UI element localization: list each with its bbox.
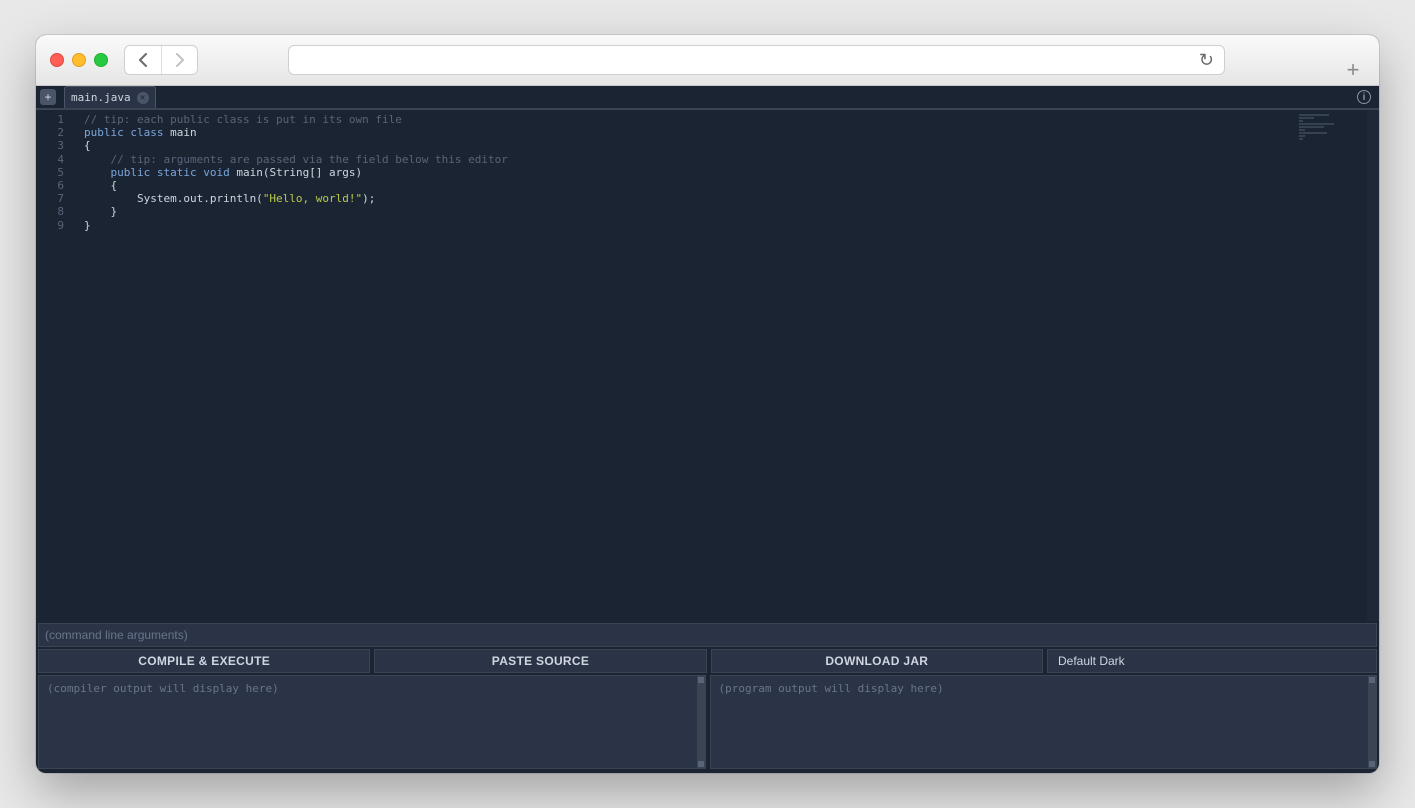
editor-scrollbar[interactable]: [1367, 110, 1379, 621]
line-number: 2: [36, 126, 70, 139]
new-browser-tab-button[interactable]: +: [1339, 56, 1367, 84]
line-number: 8: [36, 205, 70, 218]
action-button-row: COMPILE & EXECUTE PASTE SOURCE DOWNLOAD …: [36, 649, 1379, 675]
code-editor[interactable]: 123456789 // tip: each public class is p…: [36, 110, 1379, 621]
line-number: 6: [36, 179, 70, 192]
app-tab-bar: + main.java ✕ i: [36, 86, 1379, 110]
nav-buttons: [124, 45, 198, 75]
compile-execute-button[interactable]: COMPILE & EXECUTE: [38, 649, 370, 673]
code-line[interactable]: }: [84, 219, 1379, 232]
code-line[interactable]: }: [84, 205, 1379, 218]
minimize-window-button[interactable]: [72, 53, 86, 67]
line-number-gutter: 123456789: [36, 110, 70, 621]
browser-chrome: ↻: [36, 35, 1379, 86]
command-line-args-field[interactable]: [38, 623, 1377, 647]
download-jar-button[interactable]: DOWNLOAD JAR: [711, 649, 1043, 673]
line-number: 7: [36, 192, 70, 205]
code-line[interactable]: {: [84, 179, 1379, 192]
program-output-placeholder: (program output will display here): [719, 682, 944, 695]
program-output-scrollbar[interactable]: [1368, 676, 1376, 768]
close-window-button[interactable]: [50, 53, 64, 67]
close-file-tab-icon[interactable]: ✕: [137, 92, 149, 104]
theme-select[interactable]: Default Dark: [1047, 649, 1377, 673]
compiler-output-box[interactable]: (compiler output will display here): [38, 675, 706, 769]
traffic-lights: [50, 53, 108, 67]
code-line[interactable]: // tip: arguments are passed via the fie…: [84, 153, 1379, 166]
line-number: 4: [36, 153, 70, 166]
line-number: 3: [36, 139, 70, 152]
info-icon[interactable]: i: [1357, 90, 1371, 104]
file-tab[interactable]: main.java ✕: [64, 86, 156, 108]
command-line-args-input[interactable]: [45, 628, 1370, 642]
code-line[interactable]: {: [84, 139, 1379, 152]
paste-source-button[interactable]: PASTE SOURCE: [374, 649, 706, 673]
code-line[interactable]: System.out.println("Hello, world!");: [84, 192, 1379, 205]
line-number: 9: [36, 219, 70, 232]
file-tab-label: main.java: [71, 91, 131, 104]
compiler-output-placeholder: (compiler output will display here): [47, 682, 279, 695]
code-line[interactable]: // tip: each public class is put in its …: [84, 113, 1379, 126]
refresh-icon[interactable]: ↻: [1199, 51, 1214, 69]
line-number: 1: [36, 113, 70, 126]
maximize-window-button[interactable]: [94, 53, 108, 67]
add-file-tab-button[interactable]: +: [40, 89, 56, 105]
line-number: 5: [36, 166, 70, 179]
code-line[interactable]: public class main: [84, 126, 1379, 139]
forward-button[interactable]: [161, 46, 197, 74]
code-line[interactable]: public static void main(String[] args): [84, 166, 1379, 179]
output-row: (compiler output will display here) (pro…: [36, 675, 1379, 773]
code-area[interactable]: // tip: each public class is put in its …: [70, 110, 1379, 621]
back-button[interactable]: [125, 46, 161, 74]
program-output-box[interactable]: (program output will display here): [710, 675, 1378, 769]
url-bar[interactable]: ↻: [288, 45, 1225, 75]
minimap[interactable]: [1299, 114, 1349, 141]
browser-window: ↻ + + main.java ✕ i 123456789 // tip: ea…: [36, 35, 1379, 773]
compiler-output-scrollbar[interactable]: [697, 676, 705, 768]
